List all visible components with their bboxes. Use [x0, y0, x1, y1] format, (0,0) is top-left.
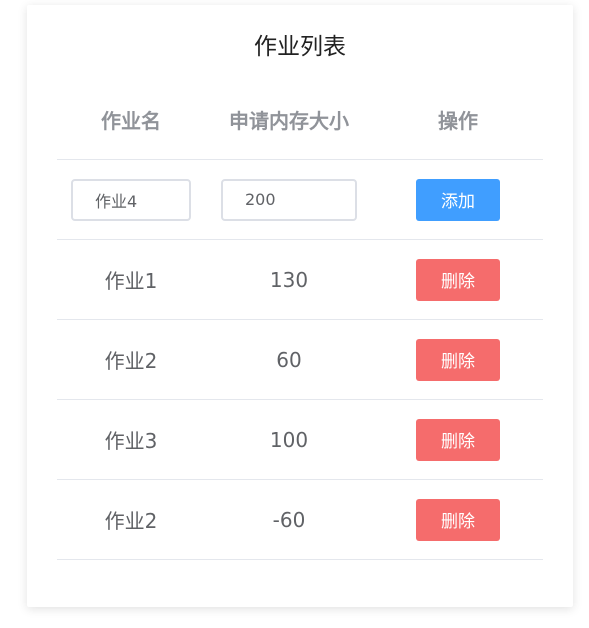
delete-button[interactable]: 删除: [416, 418, 500, 461]
table-header-row: 作业名 申请内存大小 操作: [57, 80, 543, 160]
table-row: 作业1 130 删除: [57, 240, 543, 320]
delete-button[interactable]: 删除: [416, 338, 500, 381]
action-cell: 删除: [373, 240, 543, 319]
action-cell: 删除: [373, 400, 543, 479]
table-row: 作业2 60 删除: [57, 320, 543, 400]
job-name: 作业1: [104, 269, 158, 293]
job-name-input[interactable]: [71, 178, 191, 221]
column-header-job-name: 作业名: [101, 109, 161, 133]
job-list-card: 作业列表 作业名 申请内存大小 操作 添加 作业1 130 删除: [27, 5, 573, 607]
job-name-cell: [57, 160, 205, 239]
column-header-memory-size: 申请内存大小: [229, 109, 349, 133]
job-name: 作业2: [104, 349, 158, 373]
job-name: 作业3: [104, 429, 158, 453]
table-row: 作业2 -60 删除: [57, 480, 543, 560]
action-cell: 删除: [373, 320, 543, 399]
delete-button[interactable]: 删除: [416, 498, 500, 541]
delete-button[interactable]: 删除: [416, 258, 500, 301]
memory-size-cell: [205, 160, 373, 239]
memory-size: 100: [269, 427, 309, 452]
memory-size: -60: [272, 507, 306, 532]
add-button[interactable]: 添加: [416, 178, 500, 221]
job-table: 作业名 申请内存大小 操作 添加 作业1 130 删除 作业2 60: [57, 80, 543, 560]
table-row: 作业3 100 删除: [57, 400, 543, 480]
add-action-cell: 添加: [373, 160, 543, 239]
memory-size: 60: [276, 347, 302, 372]
add-job-row: 添加: [57, 160, 543, 240]
memory-size-input[interactable]: [221, 178, 357, 221]
page-title: 作业列表: [254, 34, 346, 60]
column-header-actions: 操作: [438, 109, 478, 133]
memory-size: 130: [269, 267, 309, 292]
action-cell: 删除: [373, 480, 543, 559]
job-name: 作业2: [104, 509, 158, 533]
